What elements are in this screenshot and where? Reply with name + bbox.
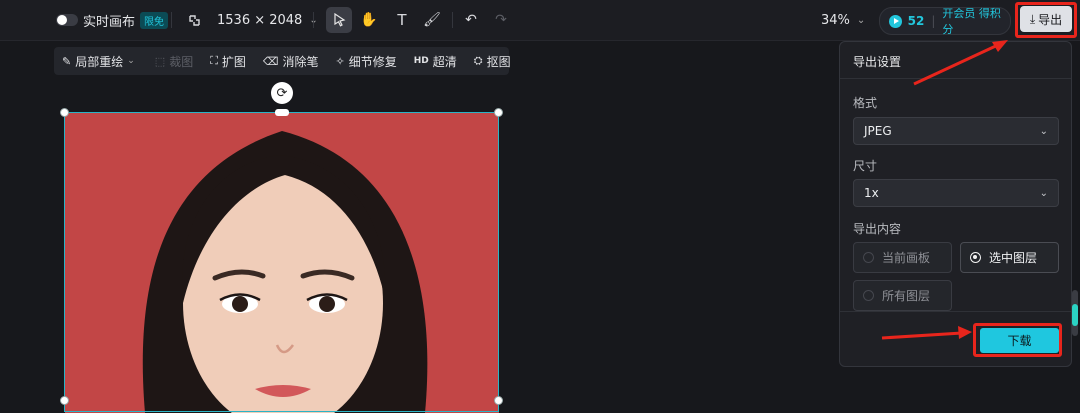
annotation-arrows xyxy=(881,40,1008,340)
arrow-to-export xyxy=(913,42,1001,86)
arrow-head-icon xyxy=(992,40,1008,52)
arrow-head-icon xyxy=(958,326,972,339)
arrow-to-download xyxy=(881,331,963,340)
